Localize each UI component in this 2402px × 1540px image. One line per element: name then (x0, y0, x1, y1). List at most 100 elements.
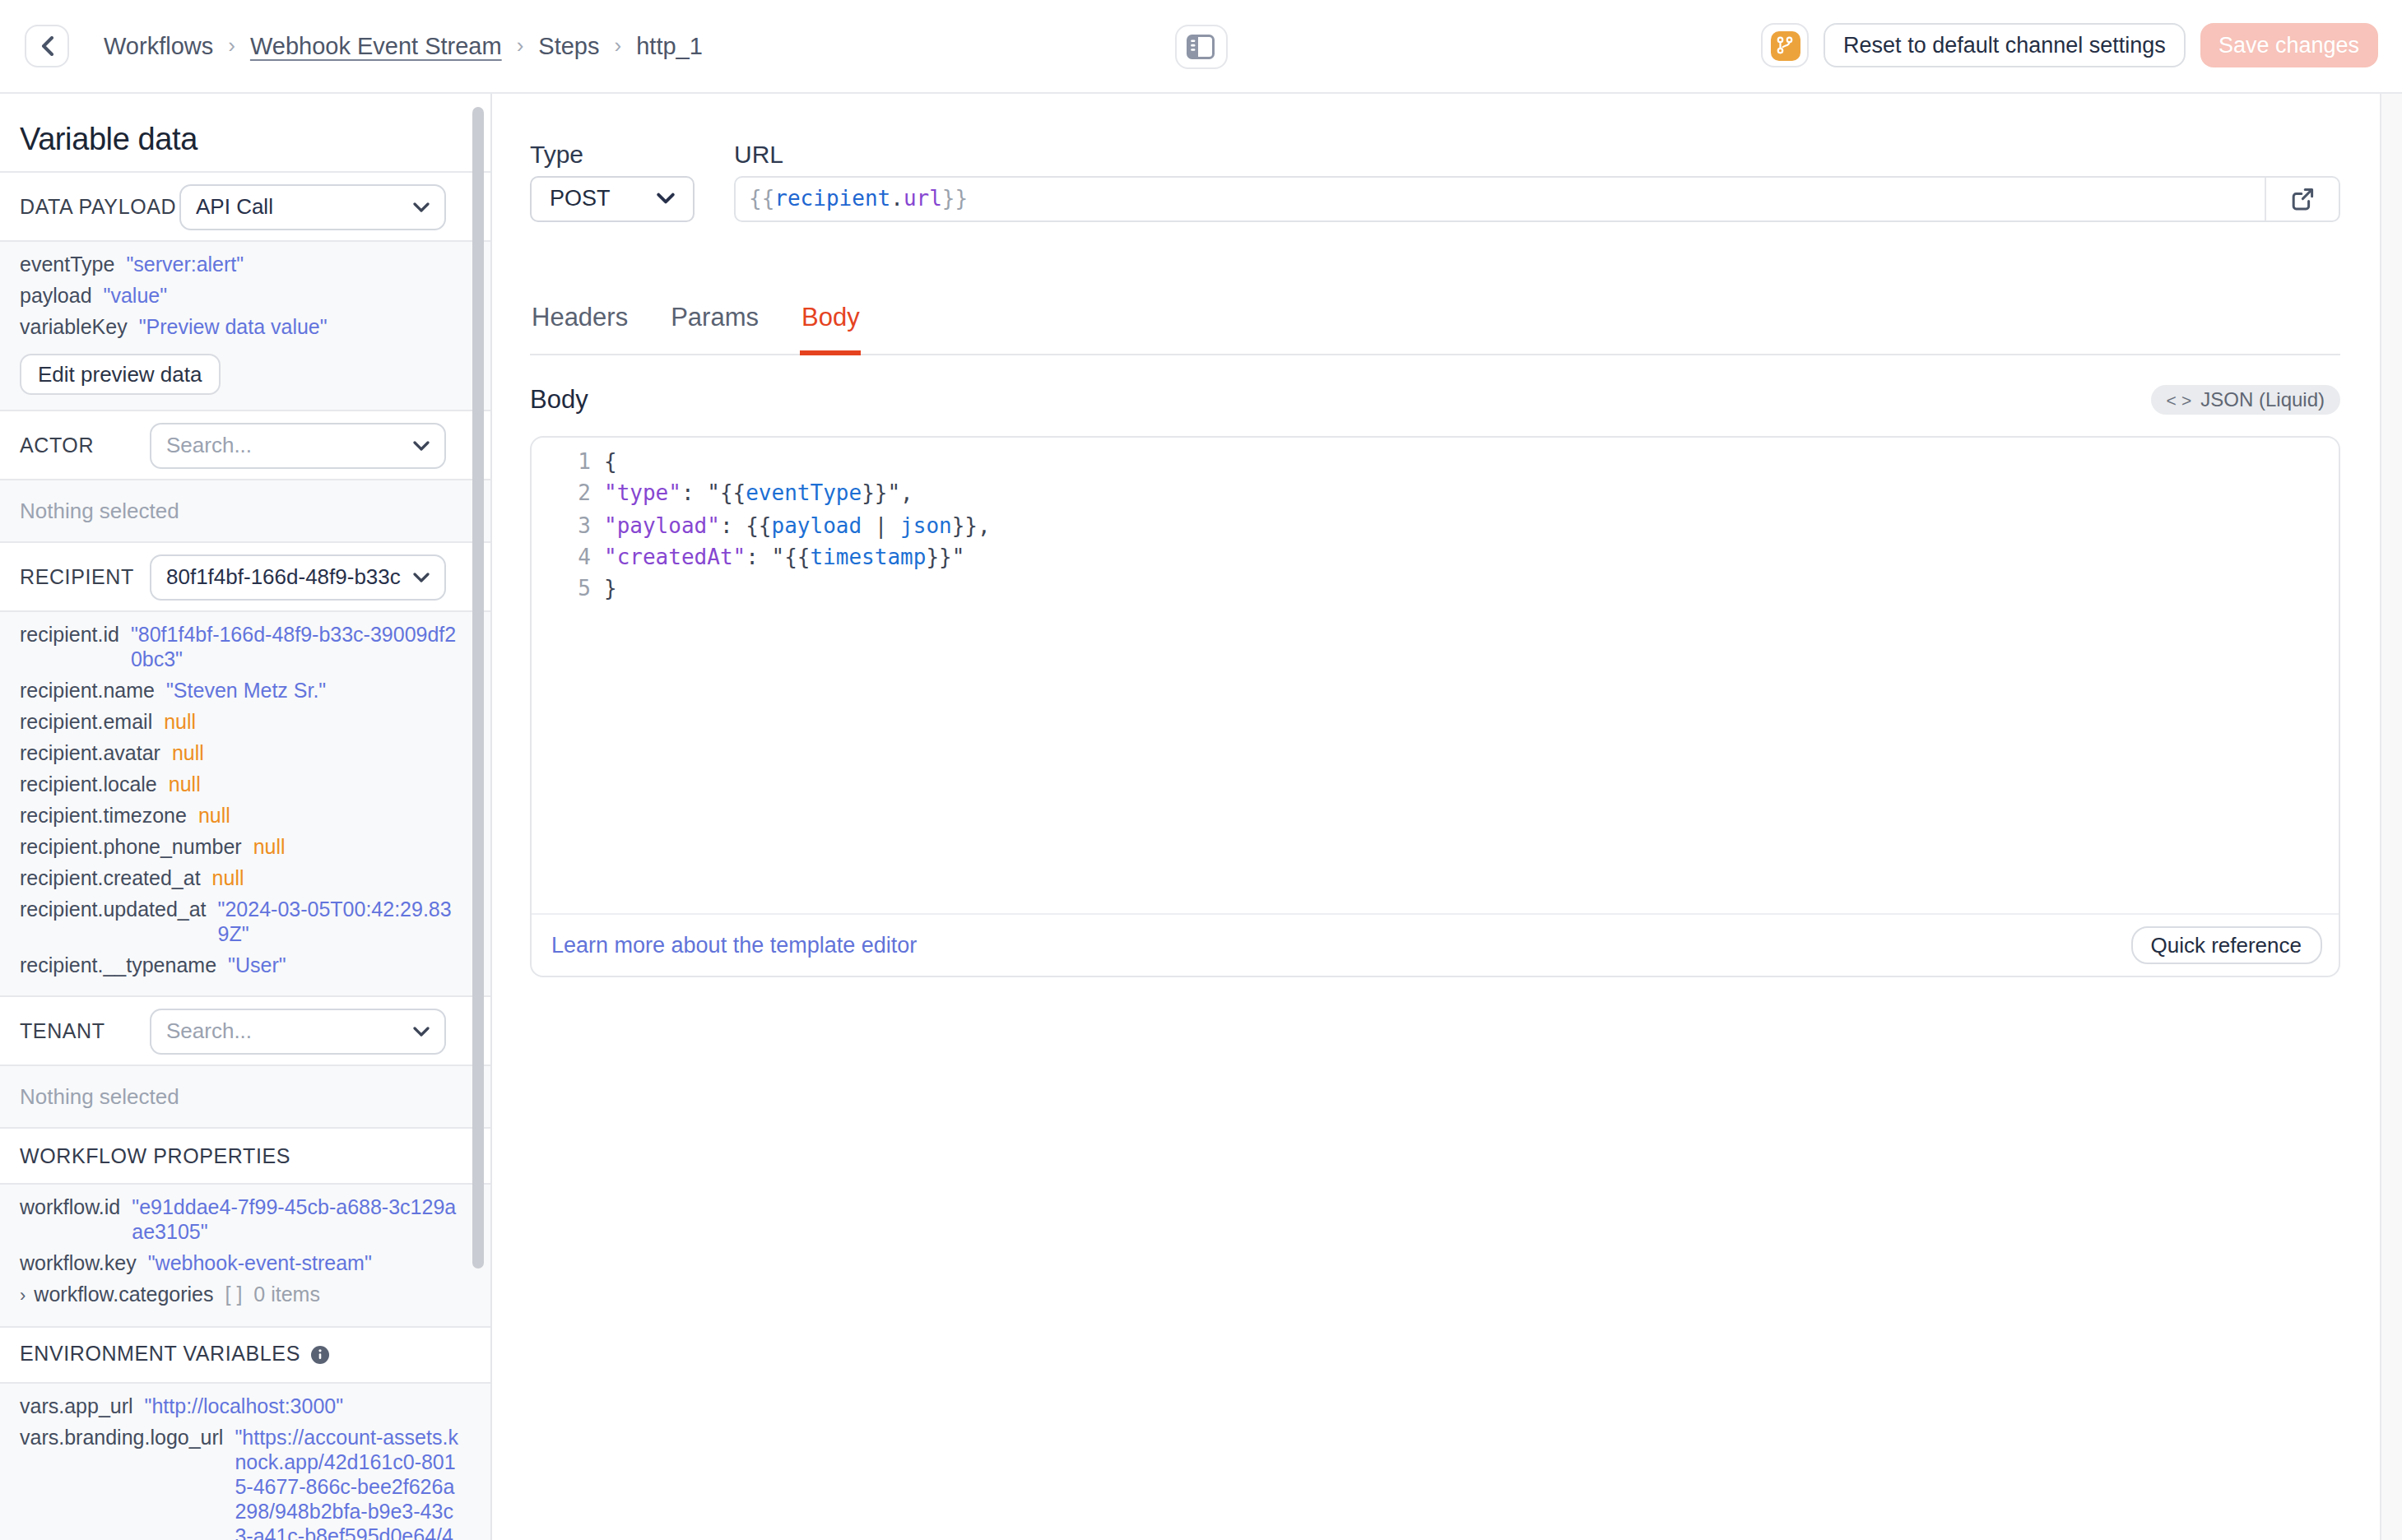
recipient-select[interactable]: 80f1f4bf-166d-48f9-b33c (150, 554, 446, 600)
variable-row: recipient.localenull (20, 773, 461, 798)
variable-key: recipient.__typename (20, 954, 216, 979)
recipient-row: RECIPIENT 80f1f4bf-166d-48f9-b33c (0, 541, 490, 610)
breadcrumb-item[interactable]: http_1 (636, 33, 703, 59)
quick-reference-button[interactable]: Quick reference (2130, 926, 2321, 964)
external-link-icon (2290, 187, 2313, 210)
edit-preview-data-button[interactable]: Edit preview data (20, 354, 220, 395)
variable-row: recipient.__typename"User" (20, 954, 461, 979)
variable-value: null (164, 711, 196, 735)
step-editor-main: Type POST URL {{recipient.url}} (492, 93, 2402, 1540)
variable-key: recipient.email (20, 711, 152, 735)
back-button[interactable] (25, 25, 69, 67)
variable-key: eventType (20, 253, 114, 278)
chevron-down-icon (413, 202, 430, 211)
type-label: Type (530, 139, 695, 167)
variable-key: recipient.name (20, 680, 155, 704)
save-changes-button[interactable]: Save changes (2200, 24, 2377, 68)
breadcrumb-separator: › (517, 34, 524, 58)
variable-value: null (172, 742, 204, 767)
line-number: 2 (532, 478, 604, 510)
variable-row: recipient.name "Steven Metz Sr." (20, 680, 461, 704)
tab-headers[interactable]: Headers (530, 302, 630, 355)
method-select[interactable]: POST (530, 175, 695, 221)
body-section-title: Body (530, 384, 588, 414)
variable-value: "server:alert" (126, 253, 244, 278)
actor-select[interactable]: Search... (150, 422, 446, 468)
variable-row: recipient.id"80f1f4bf-166d-48f9-b33c-390… (20, 624, 461, 673)
template-editor-docs-link[interactable]: Learn more about the template editor (551, 933, 917, 958)
data-payload-row: DATA PAYLOAD API Call (0, 171, 490, 240)
commit-changes-button[interactable] (1761, 24, 1809, 68)
variable-key: recipient.id (20, 624, 119, 673)
main-scrollbar-track[interactable] (2380, 93, 2402, 1540)
panel-left-icon (1187, 35, 1215, 59)
data-payload-select[interactable]: API Call (179, 183, 446, 230)
environment-variables-section: vars.app_url"http://localhost:3000"vars.… (0, 1381, 490, 1540)
variable-row: ›workflow.categories[ ]0 items (20, 1283, 461, 1309)
variable-key: recipient.updated_at (20, 898, 207, 948)
url-label: URL (734, 139, 2339, 167)
reset-channel-settings-button[interactable]: Reset to default channel settings (1824, 24, 2186, 68)
chevron-right-icon[interactable]: › (20, 1283, 26, 1309)
variable-key: workflow.key (20, 1252, 137, 1277)
actor-empty-state: Nothing selected (0, 479, 490, 541)
tenant-select[interactable]: Search... (150, 1008, 446, 1054)
chevron-down-icon (413, 1026, 430, 1036)
data-payload-label: DATA PAYLOAD (20, 195, 176, 218)
code-line: 3"payload": {{payload | json}}, (532, 509, 2338, 541)
topbar: Workflows›Webhook Event Stream›Steps›htt… (0, 0, 2402, 93)
variable-row: variableKey "Preview data value" (20, 316, 461, 341)
variable-value: "https://account-assets.knock.app/42d161… (235, 1426, 461, 1540)
url-value: {{recipient.url}} (736, 186, 2264, 211)
variable-key: recipient.created_at (20, 867, 201, 892)
variable-value: null (212, 867, 244, 892)
variable-value: null (253, 836, 286, 860)
workflow-properties-header: WORKFLOW PROPERTIES (0, 1127, 490, 1183)
variable-key: recipient.avatar (20, 742, 160, 767)
git-branch-icon (1770, 31, 1800, 60)
variable-row: workflow.key"webhook-event-stream" (20, 1252, 461, 1277)
code-line: 2"type": "{{eventType}}", (532, 478, 2338, 510)
tab-body[interactable]: Body (800, 302, 862, 355)
url-input[interactable]: {{recipient.url}} (734, 175, 2339, 221)
breadcrumb-item[interactable]: Workflows (104, 33, 213, 59)
tenant-label: TENANT (20, 1019, 105, 1042)
variable-value: null (198, 805, 230, 829)
variable-value: "Preview data value" (139, 316, 328, 341)
variable-row: recipient.updated_at"2024-03-05T00:42:29… (20, 898, 461, 948)
topbar-actions: Reset to default channel settings Save c… (1761, 24, 2377, 68)
payload-preview-section: eventType"server:alert"payload"value"var… (0, 240, 490, 410)
recipient-preview-section: recipient.id"80f1f4bf-166d-48f9-b33c-390… (0, 610, 490, 995)
sidebar-title: Variable data (0, 93, 490, 171)
variable-row: recipient.timezone null (20, 805, 461, 829)
variable-key: workflow.categories (34, 1283, 213, 1309)
sidebar-toggle-button[interactable] (1175, 24, 1228, 69)
line-number: 4 (532, 541, 604, 573)
variable-value: "Steven Metz Sr." (166, 680, 326, 704)
code-area[interactable]: 1{2"type": "{{eventType}}",3"payload": {… (532, 437, 2338, 605)
breadcrumb-item[interactable]: Steps (538, 33, 599, 59)
variable-value: null (169, 773, 201, 798)
variable-count: 0 items (253, 1283, 320, 1309)
actor-label: ACTOR (20, 434, 94, 457)
variable-key: variableKey (20, 316, 128, 341)
chevron-down-icon (657, 192, 675, 204)
chevron-left-icon (39, 36, 55, 56)
body-template-editor[interactable]: 1{2"type": "{{eventType}}",3"payload": {… (530, 435, 2339, 976)
info-icon[interactable] (312, 1345, 330, 1363)
variable-data-sidebar: Variable data DATA PAYLOAD API Call even… (0, 93, 492, 1540)
sidebar-scrollbar[interactable] (472, 106, 484, 1268)
variable-value: "2024-03-05T00:42:29.839Z" (218, 898, 461, 948)
breadcrumb-item[interactable]: Webhook Event Stream (250, 33, 502, 59)
variable-row: recipient.created_at null (20, 867, 461, 892)
recipient-label: RECIPIENT (20, 565, 134, 588)
environment-variables-header: ENVIRONMENT VARIABLES (0, 1325, 490, 1381)
breadcrumb-separator: › (228, 34, 235, 58)
tenant-empty-state: Nothing selected (0, 1065, 490, 1127)
variable-value: "http://localhost:3000" (145, 1394, 344, 1419)
open-external-button[interactable] (2264, 177, 2338, 220)
tab-params[interactable]: Params (669, 302, 760, 355)
variable-key: recipient.timezone (20, 805, 187, 829)
request-tabs: Headers Params Body (530, 302, 2339, 355)
chevron-down-icon (413, 440, 430, 450)
